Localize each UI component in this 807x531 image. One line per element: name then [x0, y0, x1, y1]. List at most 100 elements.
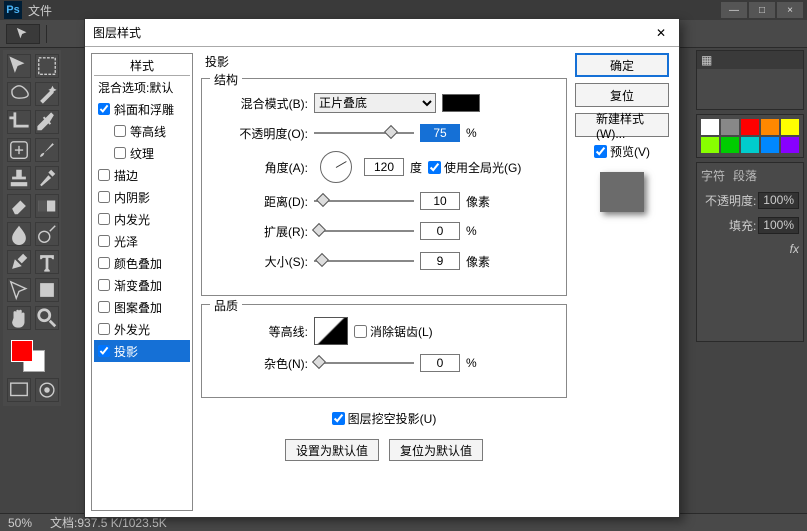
shadow-color-chip[interactable]: [442, 94, 480, 112]
tool-brush[interactable]: [35, 138, 59, 162]
effect-item-纹理[interactable]: 纹理: [94, 142, 190, 164]
ok-button[interactable]: 确定: [575, 53, 669, 77]
effect-checkbox[interactable]: [98, 213, 110, 225]
tool-move[interactable]: [7, 54, 31, 78]
noise-input[interactable]: [420, 354, 460, 372]
effect-item-内发光[interactable]: 内发光: [94, 208, 190, 230]
effect-checkbox[interactable]: [98, 279, 110, 291]
global-light-checkbox[interactable]: 使用全局光(G): [428, 159, 521, 176]
fill-value[interactable]: 100%: [758, 217, 799, 234]
distance-slider[interactable]: [314, 198, 414, 204]
blending-options-item[interactable]: 混合选项:默认: [94, 76, 190, 98]
new-style-button[interactable]: 新建样式(W)...: [575, 113, 669, 137]
effect-item-投影[interactable]: 投影: [94, 340, 190, 362]
angle-input[interactable]: [364, 158, 404, 176]
tool-dodge[interactable]: [35, 222, 59, 246]
swatch-cyan[interactable]: [741, 137, 759, 153]
cancel-button[interactable]: 复位: [575, 83, 669, 107]
current-tool-chip[interactable]: [6, 24, 40, 44]
unit-px2: 像素: [466, 253, 490, 270]
swatch-purple[interactable]: [781, 137, 799, 153]
effect-item-内阴影[interactable]: 内阴影: [94, 186, 190, 208]
opacity-value[interactable]: 100%: [758, 192, 799, 209]
effect-item-渐变叠加[interactable]: 渐变叠加: [94, 274, 190, 296]
color-panel-header[interactable]: ▦: [697, 51, 803, 69]
effect-checkbox[interactable]: [98, 235, 110, 247]
swatch-green[interactable]: [721, 137, 739, 153]
angle-dial[interactable]: [320, 151, 352, 183]
effect-checkbox[interactable]: [98, 323, 110, 335]
effect-checkbox[interactable]: [98, 301, 110, 313]
tool-type[interactable]: [35, 250, 59, 274]
spread-slider[interactable]: [314, 228, 414, 234]
close-icon[interactable]: ✕: [651, 23, 671, 43]
effect-checkbox[interactable]: [98, 169, 110, 181]
tool-pen[interactable]: [7, 250, 31, 274]
tool-crop[interactable]: [7, 110, 31, 134]
tool-marquee[interactable]: [35, 54, 59, 78]
distance-input[interactable]: [420, 192, 460, 210]
tab-paragraph[interactable]: 段落: [733, 167, 757, 184]
effect-item-描边[interactable]: 描边: [94, 164, 190, 186]
effect-item-等高线[interactable]: 等高线: [94, 120, 190, 142]
tool-eraser[interactable]: [7, 194, 31, 218]
effect-checkbox[interactable]: [114, 147, 126, 159]
effect-item-外发光[interactable]: 外发光: [94, 318, 190, 340]
effect-checkbox[interactable]: [98, 257, 110, 269]
effect-checkbox[interactable]: [98, 103, 110, 115]
tool-zoom[interactable]: [35, 306, 59, 330]
effect-item-斜面和浮雕[interactable]: 斜面和浮雕: [94, 98, 190, 120]
tool-stamp[interactable]: [7, 166, 31, 190]
swatch-blue[interactable]: [761, 137, 779, 153]
tool-eyedropper[interactable]: [35, 110, 59, 134]
swatch-red[interactable]: [741, 119, 759, 135]
menu-file[interactable]: 文件: [28, 2, 52, 19]
minimize-button[interactable]: —: [721, 2, 747, 18]
tool-wand[interactable]: [35, 82, 59, 106]
unit-px: 像素: [466, 193, 490, 210]
swatch-white[interactable]: [701, 119, 719, 135]
fx-badge[interactable]: fx: [697, 238, 803, 260]
knockout-checkbox[interactable]: 图层挖空投影(U): [332, 410, 437, 427]
effect-checkbox[interactable]: [114, 125, 126, 137]
contour-picker[interactable]: [314, 317, 348, 345]
screen-mode[interactable]: [7, 378, 31, 402]
make-default-button[interactable]: 设置为默认值: [285, 439, 379, 461]
dialog-titlebar[interactable]: 图层样式 ✕: [85, 19, 679, 47]
tool-gradient[interactable]: [35, 194, 59, 218]
tool-hand[interactable]: [7, 306, 31, 330]
effect-item-颜色叠加[interactable]: 颜色叠加: [94, 252, 190, 274]
antialias-checkbox[interactable]: 消除锯齿(L): [354, 323, 433, 340]
size-slider[interactable]: [314, 258, 414, 264]
tool-path[interactable]: [7, 278, 31, 302]
tool-blur[interactable]: [7, 222, 31, 246]
swatch-yellow[interactable]: [781, 119, 799, 135]
fg-color[interactable]: [11, 340, 33, 362]
size-input[interactable]: [420, 252, 460, 270]
angle-unit: 度: [410, 159, 422, 176]
swatch-gray[interactable]: [721, 119, 739, 135]
spread-input[interactable]: [420, 222, 460, 240]
reset-default-button[interactable]: 复位为默认值: [389, 439, 483, 461]
tool-shape[interactable]: [35, 278, 59, 302]
blend-mode-select[interactable]: 正片叠底: [314, 93, 436, 113]
effect-checkbox[interactable]: [98, 345, 110, 357]
effect-item-图案叠加[interactable]: 图案叠加: [94, 296, 190, 318]
opacity-slider[interactable]: [314, 130, 414, 136]
tool-lasso[interactable]: [7, 82, 31, 106]
swatch-orange[interactable]: [761, 119, 779, 135]
zoom-level[interactable]: 50%: [8, 516, 32, 530]
opacity-input[interactable]: [420, 124, 460, 142]
effect-checkbox[interactable]: [98, 191, 110, 203]
preview-checkbox[interactable]: 预览(V): [575, 143, 669, 160]
tool-heal[interactable]: [7, 138, 31, 162]
tool-history[interactable]: [35, 166, 59, 190]
quick-mask[interactable]: [35, 378, 59, 402]
color-swatches[interactable]: [7, 338, 59, 374]
swatch-lime[interactable]: [701, 137, 719, 153]
maximize-button[interactable]: □: [749, 2, 775, 18]
effect-item-光泽[interactable]: 光泽: [94, 230, 190, 252]
noise-slider[interactable]: [314, 360, 414, 366]
tab-character[interactable]: 字符: [701, 167, 725, 184]
close-window-button[interactable]: ×: [777, 2, 803, 18]
